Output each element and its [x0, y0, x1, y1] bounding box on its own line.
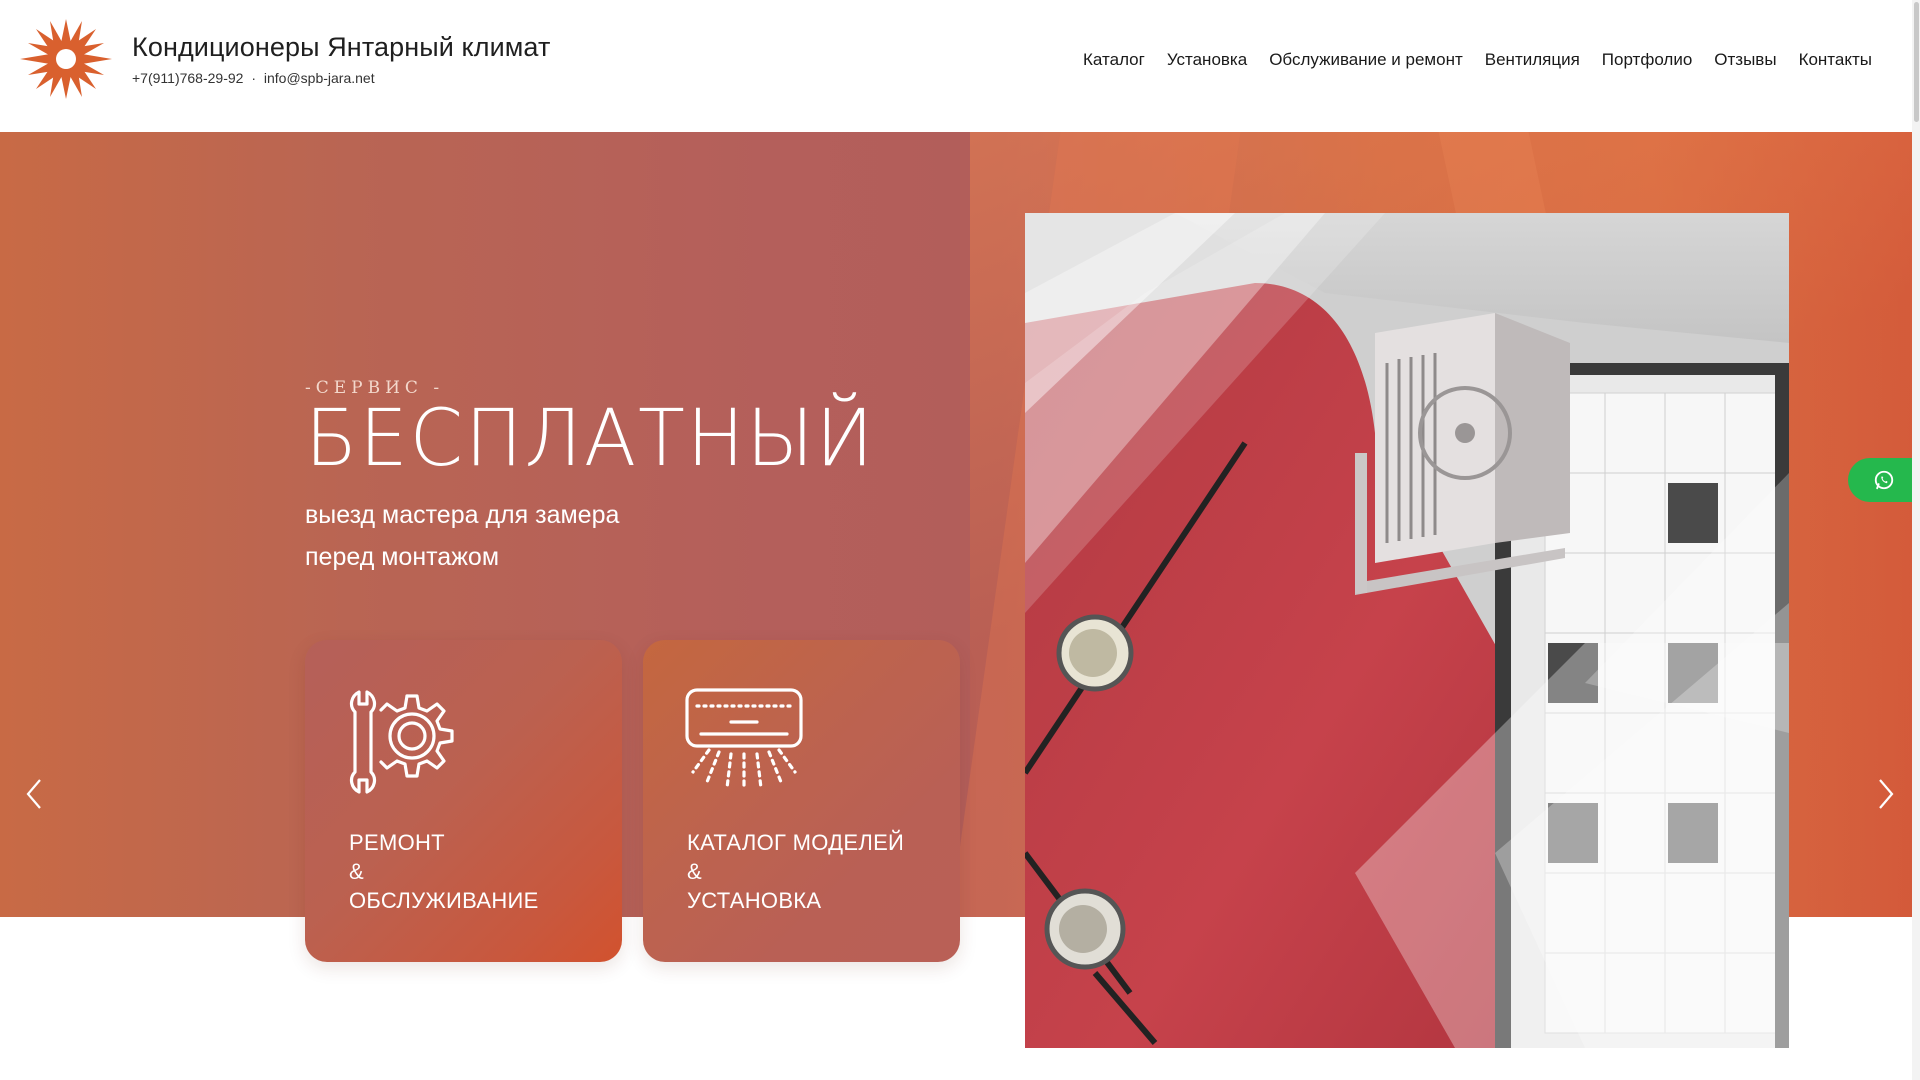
hero-subtitle-line: выезд мастера для замера	[305, 501, 620, 529]
hero-title: БЕСПЛАТНЫЙ	[305, 394, 876, 484]
card-label-line: РЕМОНТ	[349, 830, 445, 855]
nav-item-installation[interactable]: Установка	[1167, 50, 1247, 70]
scrollbar-thumb[interactable]	[1914, 2, 1919, 122]
sun-logo-icon[interactable]	[18, 18, 114, 100]
email-address[interactable]: info@spb-jara.net	[264, 70, 375, 86]
card-label: РЕМОНТ & ОБСЛУЖИВАНИЕ	[349, 828, 539, 915]
nav-item-reviews[interactable]: Отзывы	[1714, 50, 1776, 70]
card-label-line: &	[349, 859, 364, 884]
slider-prev-button[interactable]	[20, 776, 50, 812]
phone-number[interactable]: +7(911)768-29-92	[132, 70, 243, 86]
catalog-installation-card[interactable]: КАТАЛОГ МОДЕЛЕЙ & УСТАНОВКА	[643, 640, 960, 962]
card-label-line: ОБСЛУЖИВАНИЕ	[349, 888, 539, 913]
main-nav: Каталог Установка Обслуживание и ремонт …	[1083, 50, 1872, 70]
whatsapp-icon	[1874, 470, 1894, 490]
air-conditioner-icon	[683, 684, 807, 805]
contact-separator: ·	[251, 70, 256, 86]
card-label-line: &	[687, 859, 702, 884]
chevron-left-icon	[26, 779, 41, 809]
hero-text-block: -СЕРВИС - БЕСПЛАТНЫЙ выезд мастера для з…	[305, 378, 887, 578]
whatsapp-button[interactable]	[1848, 458, 1920, 502]
brand-title[interactable]: Кондиционеры Янтарный климат	[132, 32, 550, 63]
nav-item-portfolio[interactable]: Портфолио	[1602, 50, 1692, 70]
nav-item-service-repair[interactable]: Обслуживание и ремонт	[1269, 50, 1463, 70]
repair-service-card[interactable]: РЕМОНТ & ОБСЛУЖИВАНИЕ	[305, 640, 622, 962]
card-label-line: УСТАНОВКА	[687, 888, 822, 913]
card-label: КАТАЛОГ МОДЕЛЕЙ & УСТАНОВКА	[687, 828, 904, 915]
wrench-gear-icon	[345, 684, 469, 805]
nav-item-catalog[interactable]: Каталог	[1083, 50, 1145, 70]
brand-contacts: +7(911)768-29-92 · info@spb-jara.net	[132, 70, 550, 86]
slider-next-button[interactable]	[1870, 776, 1900, 812]
hero-subtitle: выезд мастера для замера перед монтажом	[305, 494, 887, 578]
nav-item-ventilation[interactable]: Вентиляция	[1485, 50, 1580, 70]
hero-subtitle-line: перед монтажом	[305, 543, 500, 571]
nav-item-contacts[interactable]: Контакты	[1799, 50, 1872, 70]
hero-photo	[1025, 213, 1789, 1048]
card-label-line: КАТАЛОГ МОДЕЛЕЙ	[687, 830, 905, 855]
brand-block: Кондиционеры Янтарный климат +7(911)768-…	[132, 32, 550, 86]
site-header: Кондиционеры Янтарный климат +7(911)768-…	[0, 0, 1920, 132]
chevron-right-icon	[1879, 779, 1894, 809]
page-scrollbar[interactable]	[1912, 0, 1920, 1080]
